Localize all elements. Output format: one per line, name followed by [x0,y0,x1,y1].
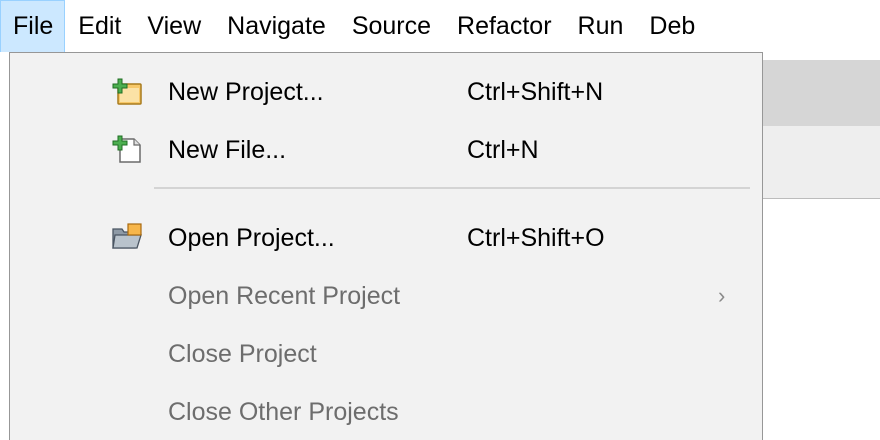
menu-item-close-other-projects[interactable]: Close Other Projects [10,383,762,440]
menu-item-label: New File... [168,135,287,164]
menu-navigate[interactable]: Navigate [214,0,339,52]
new-file-icon [111,133,143,165]
menu-item-label: New Project... [168,77,324,106]
chevron-right-icon: › [718,283,726,308]
menu-run[interactable]: Run [565,0,637,52]
editor-tab-area-background [755,126,880,199]
menu-item-new-project[interactable]: New Project... Ctrl+Shift+N [10,63,762,121]
menu-edit[interactable]: Edit [65,0,134,52]
menu-item-shortcut: Ctrl+Shift+O [467,223,605,252]
new-project-icon [111,75,143,107]
toolbar-background [755,60,880,126]
menu-item-open-recent-project[interactable]: Open Recent Project › [10,267,762,325]
menu-item-open-project[interactable]: Open Project... Ctrl+Shift+O [10,209,762,267]
menu-item-label: Close Other Projects [168,397,399,426]
open-project-icon [111,221,143,253]
menu-item-label: Open Recent Project [168,281,401,310]
menu-refactor[interactable]: Refactor [444,0,564,52]
menu-file[interactable]: File [0,0,66,52]
menu-item-close-project[interactable]: Close Project [10,325,762,383]
menu-debug[interactable]: Deb [636,0,708,52]
menu-item-label: Open Project... [168,223,335,252]
file-menu-dropdown: New Project... Ctrl+Shift+N New File... … [9,52,763,440]
menu-item-label: Close Project [168,339,317,368]
menu-bar: File Edit View Navigate Source Refactor … [0,0,880,52]
menu-view[interactable]: View [134,0,214,52]
ide-window: File Edit View Navigate Source Refactor … [0,0,880,440]
menu-separator [154,187,750,189]
menu-item-new-file[interactable]: New File... Ctrl+N [10,121,762,179]
menu-item-shortcut: Ctrl+Shift+N [467,77,604,106]
menu-item-shortcut: Ctrl+N [467,135,539,164]
menu-source[interactable]: Source [339,0,444,52]
